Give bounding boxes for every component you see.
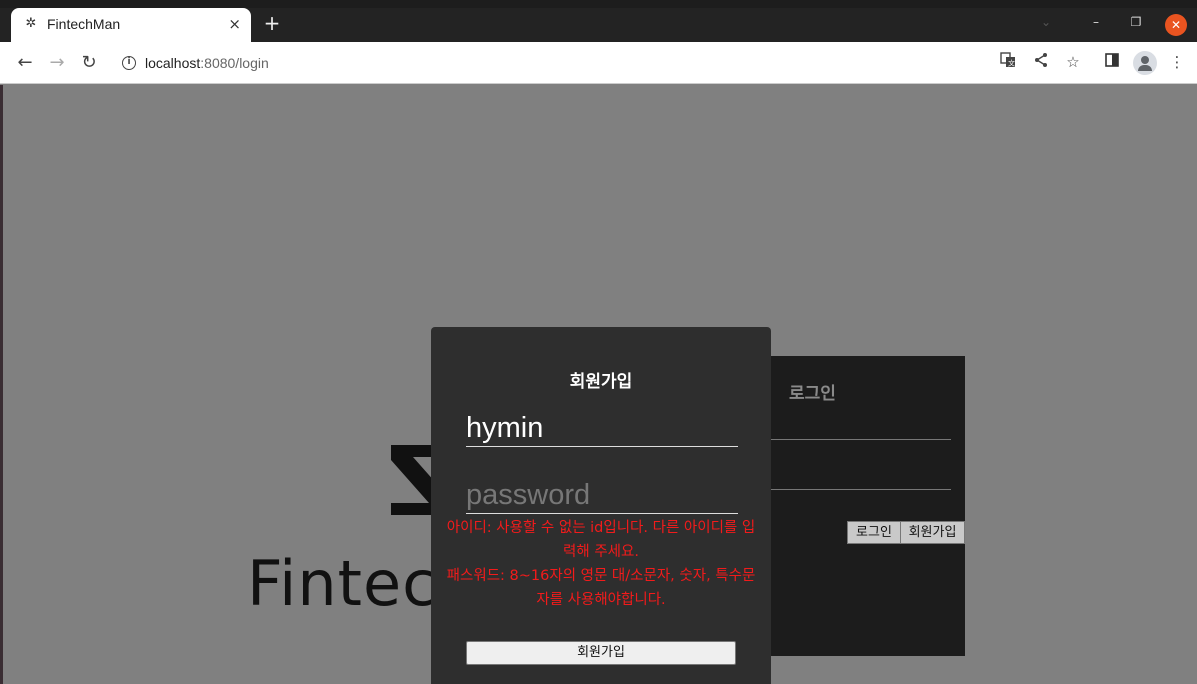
password-error-text: 패스워드: 8~16자의 영문 대/소문자, 숫자, 특수문자를 사용해야합니다…: [446, 568, 756, 608]
side-panel-icon[interactable]: [1102, 52, 1122, 72]
window-close-icon[interactable]: ✕: [1165, 14, 1187, 36]
login-password-input[interactable]: [767, 489, 951, 490]
url-host: localhost: [145, 55, 201, 71]
validation-error: 아이디: 사용할 수 없는 id입니다. 다른 아이디를 입력해 주세요. 패스…: [446, 516, 756, 612]
star-icon[interactable]: ☆: [1063, 52, 1083, 72]
tab-search-icon[interactable]: ⌄: [1041, 15, 1051, 29]
forward-arrow-icon[interactable]: →: [46, 52, 68, 74]
title-bar: [0, 0, 1197, 8]
login-id-input[interactable]: [767, 439, 951, 440]
browser-tab[interactable]: ✲ FintechMan ×: [11, 8, 251, 42]
url-path: :8080/login: [200, 55, 269, 71]
tab-strip: ✲ FintechMan × + ⌄ – ❐ ✕: [0, 0, 1197, 42]
tab-close-icon[interactable]: ×: [228, 15, 241, 33]
minimize-icon[interactable]: –: [1088, 14, 1104, 30]
logo-text: Fintec: [247, 547, 438, 620]
signup-password-input[interactable]: [466, 478, 738, 514]
profile-icon[interactable]: [1133, 51, 1157, 75]
login-card: 로그인 로그인 회원가입: [767, 356, 965, 656]
navigation-bar: ← → ↻ i localhost:8080/login 文 ☆ ⋮: [0, 42, 1197, 84]
tab-title: FintechMan: [47, 16, 121, 32]
login-button[interactable]: 로그인: [847, 521, 901, 544]
favicon-icon: ✲: [25, 16, 37, 31]
svg-text:文: 文: [1008, 59, 1015, 68]
reload-icon[interactable]: ↻: [78, 52, 100, 74]
signup-submit-button[interactable]: 회원가입: [466, 641, 736, 665]
login-signup-button[interactable]: 회원가입: [900, 521, 965, 544]
signup-heading: 회원가입: [569, 372, 633, 392]
translate-icon[interactable]: 文: [998, 52, 1018, 72]
address-bar[interactable]: i localhost:8080/login: [110, 47, 1090, 79]
page-content: Fintec 로그인 로그인 회원가입 회원가입 아이디: 사용할 수 없는 i…: [3, 85, 1197, 684]
id-error-text: 아이디: 사용할 수 없는 id입니다. 다른 아이디를 입력해 주세요.: [446, 520, 756, 560]
login-heading: 로그인: [789, 384, 836, 404]
site-info-icon[interactable]: i: [122, 56, 136, 70]
signup-modal: 회원가입 아이디: 사용할 수 없는 id입니다. 다른 아이디를 입력해 주세…: [431, 327, 771, 684]
share-icon[interactable]: [1031, 52, 1051, 72]
back-arrow-icon[interactable]: ←: [14, 52, 36, 74]
kebab-menu-icon[interactable]: ⋮: [1167, 52, 1187, 72]
url-text[interactable]: localhost:8080/login: [145, 55, 269, 71]
new-tab-button[interactable]: +: [262, 13, 282, 33]
restore-icon[interactable]: ❐: [1128, 14, 1144, 30]
signup-id-input[interactable]: [466, 411, 738, 447]
